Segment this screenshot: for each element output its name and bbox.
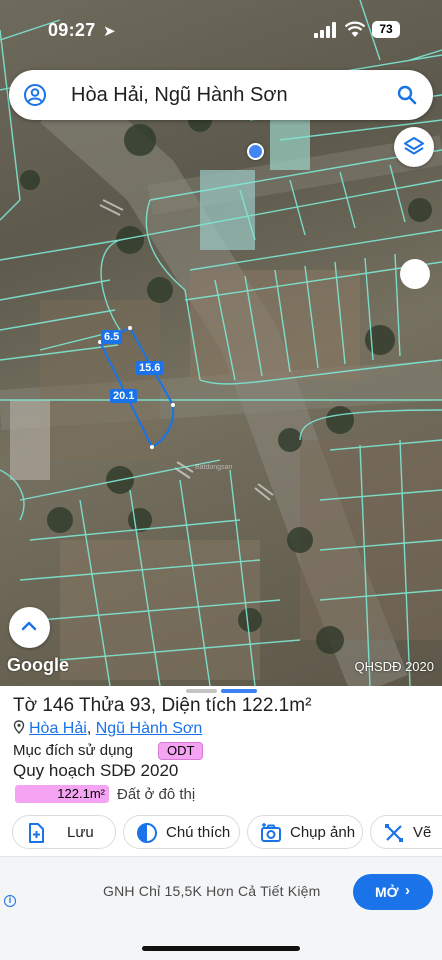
parcel-number: 93 (129, 695, 151, 716)
draw-label: Vẽ (413, 824, 432, 841)
legend-button[interactable]: Chú thích (123, 815, 240, 849)
location-arrow-icon: ➤ (103, 23, 116, 40)
plan-land-type: Đất ở đô thị (117, 786, 196, 803)
battery-indicator: 73 (372, 21, 400, 38)
search-query[interactable]: Hòa Hải, Ngũ Hành Sơn (71, 84, 288, 107)
status-bar: 09:27 ➤ 73 (0, 0, 442, 58)
expand-up-button[interactable] (9, 607, 50, 648)
save-icon (29, 823, 44, 843)
district-link[interactable]: Ngũ Hành Sơn (96, 720, 203, 737)
bottom-safe-area (0, 924, 442, 960)
sheet-page-indicator[interactable] (186, 689, 217, 693)
purpose-label: Mục đích sử dụng (13, 742, 134, 759)
account-icon[interactable] (23, 83, 47, 107)
home-indicator[interactable] (142, 946, 300, 951)
parcel-area: , Diện tích 122.1m² (150, 695, 312, 716)
legend-label: Chú thích (166, 824, 231, 841)
search-bar[interactable]: Hòa Hải, Ngũ Hành Sơn (9, 70, 433, 120)
map-watermark: Batdongsan (195, 464, 233, 471)
sheet-label: Tờ (13, 695, 38, 716)
draw-button[interactable]: Vẽ (370, 815, 442, 849)
legend-icon (137, 823, 157, 843)
layers-button[interactable] (394, 127, 434, 167)
ward-link[interactable]: Hòa Hải (29, 720, 87, 737)
ad-open-button[interactable]: MỞ › (353, 874, 433, 910)
dimension-label: 20.1 (110, 389, 138, 403)
parcel-address: Hòa Hải, Ngũ Hành Sơn (13, 720, 202, 738)
ad-banner[interactable]: i GNH Chỉ 15,5K Hơn Cả Tiết Kiệm MỞ › (0, 856, 442, 924)
plan-area-bar: 122.1m² (15, 785, 109, 803)
camera-icon (261, 823, 281, 842)
ad-text: GNH Chỉ 15,5K Hơn Cả Tiết Kiệm (103, 883, 321, 899)
cellular-signal-icon (314, 22, 336, 38)
ad-open-label: MỞ (375, 884, 399, 900)
google-logo: Google (7, 655, 69, 675)
wifi-icon (345, 21, 365, 37)
map-handle[interactable] (400, 259, 430, 289)
info-icon[interactable]: i (4, 895, 16, 907)
parcel-label: Thửa (79, 695, 125, 716)
layers-icon (404, 137, 424, 155)
sheet-page-indicator-active[interactable] (221, 689, 257, 693)
purpose-code-badge: ODT (158, 742, 204, 760)
address-separator: , (86, 720, 92, 737)
my-location-dot (247, 143, 264, 160)
save-label: Lưu (67, 824, 94, 841)
save-button[interactable]: Lưu (12, 815, 116, 849)
action-row[interactable]: Lưu Chú thích Chụp ảnh Vẽ (0, 815, 442, 849)
dimension-label: 6.5 (101, 330, 123, 344)
parcel-title: Tờ 146 Thửa 93, Diện tích 122.1m² (13, 695, 311, 717)
chevron-right-icon: › (405, 882, 410, 899)
location-pin-icon (13, 720, 25, 735)
capture-label: Chụp ảnh (290, 824, 356, 841)
map-view[interactable]: 09:27 ➤ 73 Hòa Hải, Ngũ Hành Sơn 6.5 15.… (0, 0, 442, 686)
clock: 09:27 (48, 20, 96, 40)
chevron-up-icon (21, 621, 37, 631)
plan-title: Quy hoạch SDĐ 2020 (13, 761, 179, 780)
plan-layer-label: QHSDĐ 2020 (354, 659, 434, 674)
search-icon[interactable] (395, 83, 419, 107)
draw-icon (385, 824, 403, 842)
dimension-label: 15.6 (136, 361, 164, 375)
sheet-number: 146 (42, 695, 75, 716)
capture-button[interactable]: Chụp ảnh (247, 815, 363, 849)
